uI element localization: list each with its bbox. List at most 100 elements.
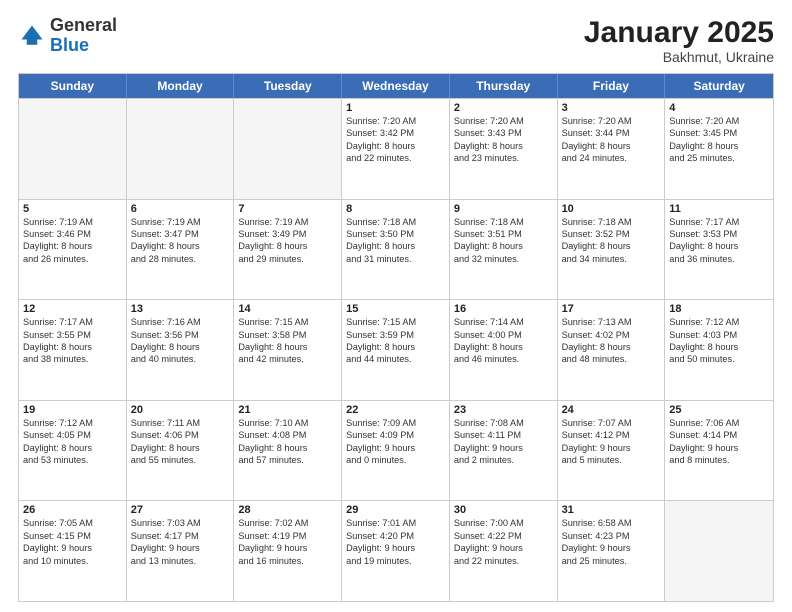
calendar-cell: 10Sunrise: 7:18 AM Sunset: 3:52 PM Dayli… <box>558 200 666 300</box>
day-number: 20 <box>131 404 230 416</box>
day-info: Sunrise: 7:19 AM Sunset: 3:46 PM Dayligh… <box>23 216 122 266</box>
title-block: January 2025 Bakhmut, Ukraine <box>584 16 774 65</box>
calendar-cell: 24Sunrise: 7:07 AM Sunset: 4:12 PM Dayli… <box>558 401 666 501</box>
day-info: Sunrise: 7:03 AM Sunset: 4:17 PM Dayligh… <box>131 517 230 567</box>
calendar-cell: 28Sunrise: 7:02 AM Sunset: 4:19 PM Dayli… <box>234 501 342 601</box>
day-info: Sunrise: 7:20 AM Sunset: 3:43 PM Dayligh… <box>454 115 553 165</box>
page: General Blue January 2025 Bakhmut, Ukrai… <box>0 0 792 612</box>
day-info: Sunrise: 7:19 AM Sunset: 3:49 PM Dayligh… <box>238 216 337 266</box>
day-number: 10 <box>562 203 661 215</box>
logo: General Blue <box>18 16 117 56</box>
day-number: 15 <box>346 303 445 315</box>
day-number: 27 <box>131 504 230 516</box>
day-info: Sunrise: 7:17 AM Sunset: 3:53 PM Dayligh… <box>669 216 769 266</box>
calendar-cell: 5Sunrise: 7:19 AM Sunset: 3:46 PM Daylig… <box>19 200 127 300</box>
calendar-row: 12Sunrise: 7:17 AM Sunset: 3:55 PM Dayli… <box>19 299 773 400</box>
day-number: 2 <box>454 102 553 114</box>
day-number: 26 <box>23 504 122 516</box>
calendar-cell: 15Sunrise: 7:15 AM Sunset: 3:59 PM Dayli… <box>342 300 450 400</box>
header-day-thursday: Thursday <box>450 74 558 98</box>
day-number: 14 <box>238 303 337 315</box>
day-info: Sunrise: 7:15 AM Sunset: 3:58 PM Dayligh… <box>238 316 337 366</box>
day-number: 18 <box>669 303 769 315</box>
calendar-row: 1Sunrise: 7:20 AM Sunset: 3:42 PM Daylig… <box>19 98 773 199</box>
day-info: Sunrise: 7:18 AM Sunset: 3:52 PM Dayligh… <box>562 216 661 266</box>
calendar-cell: 20Sunrise: 7:11 AM Sunset: 4:06 PM Dayli… <box>127 401 235 501</box>
day-number: 30 <box>454 504 553 516</box>
calendar-cell: 30Sunrise: 7:00 AM Sunset: 4:22 PM Dayli… <box>450 501 558 601</box>
day-info: Sunrise: 7:10 AM Sunset: 4:08 PM Dayligh… <box>238 417 337 467</box>
day-number: 19 <box>23 404 122 416</box>
header-day-saturday: Saturday <box>665 74 773 98</box>
day-info: Sunrise: 7:07 AM Sunset: 4:12 PM Dayligh… <box>562 417 661 467</box>
day-info: Sunrise: 7:16 AM Sunset: 3:56 PM Dayligh… <box>131 316 230 366</box>
day-info: Sunrise: 7:13 AM Sunset: 4:02 PM Dayligh… <box>562 316 661 366</box>
day-number: 1 <box>346 102 445 114</box>
day-number: 21 <box>238 404 337 416</box>
calendar-header: SundayMondayTuesdayWednesdayThursdayFrid… <box>19 74 773 98</box>
day-number: 3 <box>562 102 661 114</box>
subtitle: Bakhmut, Ukraine <box>584 49 774 65</box>
day-info: Sunrise: 7:11 AM Sunset: 4:06 PM Dayligh… <box>131 417 230 467</box>
logo-text: General Blue <box>50 16 117 56</box>
day-info: Sunrise: 7:20 AM Sunset: 3:44 PM Dayligh… <box>562 115 661 165</box>
calendar-cell: 7Sunrise: 7:19 AM Sunset: 3:49 PM Daylig… <box>234 200 342 300</box>
day-info: Sunrise: 7:08 AM Sunset: 4:11 PM Dayligh… <box>454 417 553 467</box>
header: General Blue January 2025 Bakhmut, Ukrai… <box>18 16 774 65</box>
calendar-row: 26Sunrise: 7:05 AM Sunset: 4:15 PM Dayli… <box>19 500 773 601</box>
day-info: Sunrise: 7:15 AM Sunset: 3:59 PM Dayligh… <box>346 316 445 366</box>
day-info: Sunrise: 7:20 AM Sunset: 3:42 PM Dayligh… <box>346 115 445 165</box>
day-info: Sunrise: 7:12 AM Sunset: 4:05 PM Dayligh… <box>23 417 122 467</box>
header-day-friday: Friday <box>558 74 666 98</box>
day-info: Sunrise: 7:06 AM Sunset: 4:14 PM Dayligh… <box>669 417 769 467</box>
calendar-cell: 12Sunrise: 7:17 AM Sunset: 3:55 PM Dayli… <box>19 300 127 400</box>
day-number: 23 <box>454 404 553 416</box>
day-info: Sunrise: 7:17 AM Sunset: 3:55 PM Dayligh… <box>23 316 122 366</box>
day-number: 7 <box>238 203 337 215</box>
day-info: Sunrise: 7:02 AM Sunset: 4:19 PM Dayligh… <box>238 517 337 567</box>
day-number: 6 <box>131 203 230 215</box>
day-info: Sunrise: 7:20 AM Sunset: 3:45 PM Dayligh… <box>669 115 769 165</box>
calendar-row: 19Sunrise: 7:12 AM Sunset: 4:05 PM Dayli… <box>19 400 773 501</box>
calendar-cell <box>234 99 342 199</box>
calendar-cell: 2Sunrise: 7:20 AM Sunset: 3:43 PM Daylig… <box>450 99 558 199</box>
day-number: 13 <box>131 303 230 315</box>
calendar-cell: 8Sunrise: 7:18 AM Sunset: 3:50 PM Daylig… <box>342 200 450 300</box>
calendar: SundayMondayTuesdayWednesdayThursdayFrid… <box>18 73 774 602</box>
calendar-row: 5Sunrise: 7:19 AM Sunset: 3:46 PM Daylig… <box>19 199 773 300</box>
day-info: Sunrise: 7:00 AM Sunset: 4:22 PM Dayligh… <box>454 517 553 567</box>
day-info: Sunrise: 7:18 AM Sunset: 3:51 PM Dayligh… <box>454 216 553 266</box>
calendar-cell: 13Sunrise: 7:16 AM Sunset: 3:56 PM Dayli… <box>127 300 235 400</box>
day-number: 22 <box>346 404 445 416</box>
day-info: Sunrise: 7:01 AM Sunset: 4:20 PM Dayligh… <box>346 517 445 567</box>
day-number: 4 <box>669 102 769 114</box>
logo-general: General <box>50 15 117 35</box>
calendar-cell: 23Sunrise: 7:08 AM Sunset: 4:11 PM Dayli… <box>450 401 558 501</box>
day-number: 16 <box>454 303 553 315</box>
day-number: 24 <box>562 404 661 416</box>
day-number: 29 <box>346 504 445 516</box>
calendar-cell <box>19 99 127 199</box>
calendar-cell: 16Sunrise: 7:14 AM Sunset: 4:00 PM Dayli… <box>450 300 558 400</box>
day-number: 25 <box>669 404 769 416</box>
month-title: January 2025 <box>584 16 774 49</box>
calendar-cell: 11Sunrise: 7:17 AM Sunset: 3:53 PM Dayli… <box>665 200 773 300</box>
header-day-tuesday: Tuesday <box>234 74 342 98</box>
calendar-cell: 6Sunrise: 7:19 AM Sunset: 3:47 PM Daylig… <box>127 200 235 300</box>
day-info: Sunrise: 7:14 AM Sunset: 4:00 PM Dayligh… <box>454 316 553 366</box>
day-number: 9 <box>454 203 553 215</box>
day-info: Sunrise: 7:18 AM Sunset: 3:50 PM Dayligh… <box>346 216 445 266</box>
calendar-cell: 17Sunrise: 7:13 AM Sunset: 4:02 PM Dayli… <box>558 300 666 400</box>
logo-icon <box>18 22 46 50</box>
calendar-cell: 21Sunrise: 7:10 AM Sunset: 4:08 PM Dayli… <box>234 401 342 501</box>
logo-blue: Blue <box>50 35 89 55</box>
calendar-cell <box>127 99 235 199</box>
day-info: Sunrise: 7:12 AM Sunset: 4:03 PM Dayligh… <box>669 316 769 366</box>
day-number: 31 <box>562 504 661 516</box>
calendar-cell: 29Sunrise: 7:01 AM Sunset: 4:20 PM Dayli… <box>342 501 450 601</box>
calendar-cell: 26Sunrise: 7:05 AM Sunset: 4:15 PM Dayli… <box>19 501 127 601</box>
calendar-cell: 25Sunrise: 7:06 AM Sunset: 4:14 PM Dayli… <box>665 401 773 501</box>
calendar-cell: 9Sunrise: 7:18 AM Sunset: 3:51 PM Daylig… <box>450 200 558 300</box>
day-number: 17 <box>562 303 661 315</box>
day-info: Sunrise: 7:09 AM Sunset: 4:09 PM Dayligh… <box>346 417 445 467</box>
